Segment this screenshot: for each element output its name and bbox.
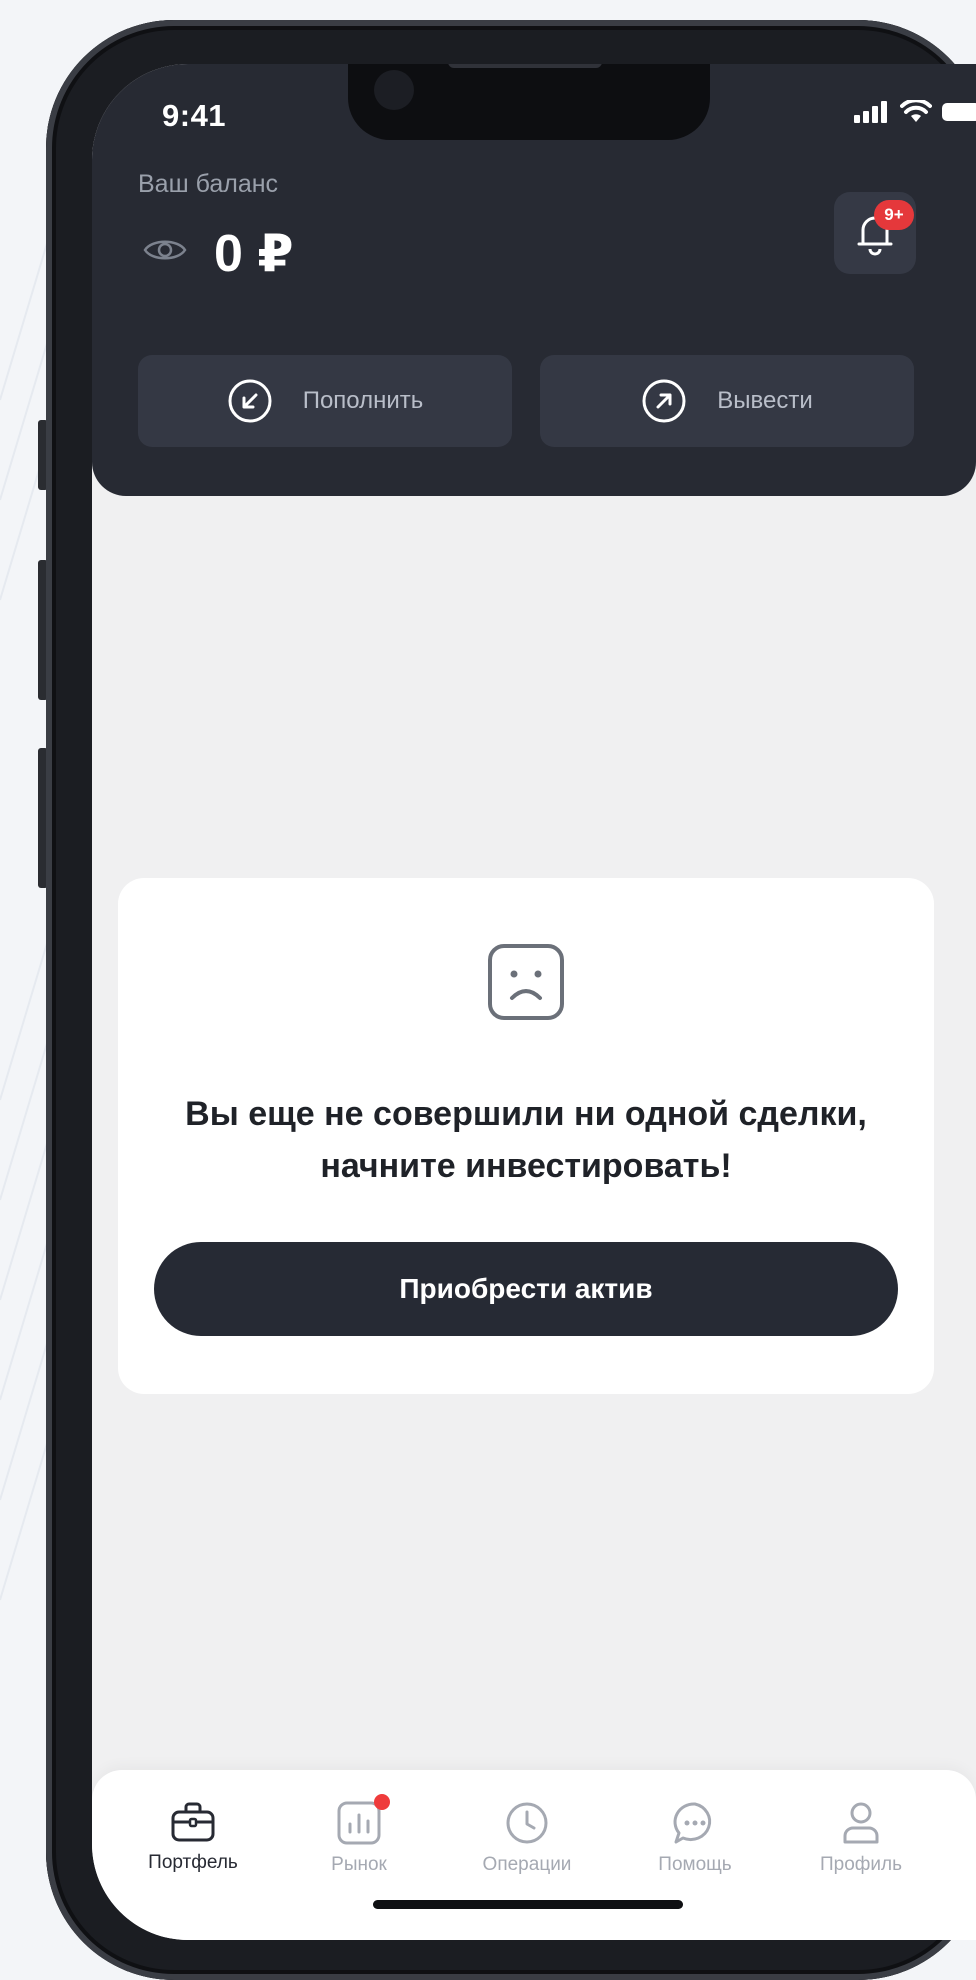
tab-label-profile: Профиль [819,1854,903,1875]
empty-state-line-2: начните инвестировать! [320,1147,732,1185]
clock-icon [506,1802,548,1844]
speaker-grille [448,64,602,68]
briefcase-icon [171,1802,215,1842]
tab-portfolio[interactable]: Портфель [118,1800,268,1874]
empty-state-card: Вы еще не совершили ни одной сделки, нач… [118,878,934,1394]
bottom-tab-bar: Портфель Рынок Операции Помощь Профиль [92,1770,976,1940]
notifications-button[interactable]: 9+ [834,192,916,274]
balance-label: Ваш баланс [138,170,279,198]
tab-market[interactable]: Рынок [284,1794,434,1876]
balance-header: 9:41 Ваш баланс 0 ₽ 9+ Пополнить Вывести [92,64,976,496]
empty-state-line-1: Вы еще не совершили ни одной сделки, [185,1095,867,1133]
eye-icon[interactable] [142,236,188,264]
tab-operations[interactable]: Операции [452,1800,602,1876]
user-icon [843,1802,879,1844]
tab-profile[interactable]: Профиль [786,1800,936,1876]
market-notification-dot [374,1794,390,1810]
tab-label-market: Рынок [331,1854,387,1875]
balance-amount: 0 ₽ [214,225,294,283]
notification-badge: 9+ [874,200,914,230]
arrow-down-left-circle-icon [228,379,272,423]
deposit-button[interactable]: Пополнить [138,355,512,447]
chat-icon [673,1802,712,1844]
signal-icon [854,101,887,123]
withdraw-button[interactable]: Вывести [540,355,914,447]
withdraw-label: Вывести [717,387,813,414]
front-camera [374,70,414,110]
status-icons [854,100,976,124]
tab-help[interactable]: Помощь [620,1800,770,1876]
tab-label-portfolio: Портфель [148,1852,238,1873]
buy-asset-button[interactable]: Приобрести актив [154,1242,898,1336]
empty-state-message: Вы еще не совершили ни одной сделки, нач… [118,1088,934,1192]
home-indicator [373,1900,683,1909]
app-screen: 9:41 Ваш баланс 0 ₽ 9+ Пополнить Вывести… [92,64,976,1940]
arrow-up-right-circle-icon [642,379,686,423]
sad-face-icon [488,944,564,1020]
status-time: 9:41 [162,98,227,133]
tab-label-help: Помощь [658,1854,732,1875]
battery-icon [942,103,976,121]
wifi-icon [900,100,932,122]
tab-label-operations: Операции [482,1854,572,1875]
deposit-label: Пополнить [302,387,424,414]
